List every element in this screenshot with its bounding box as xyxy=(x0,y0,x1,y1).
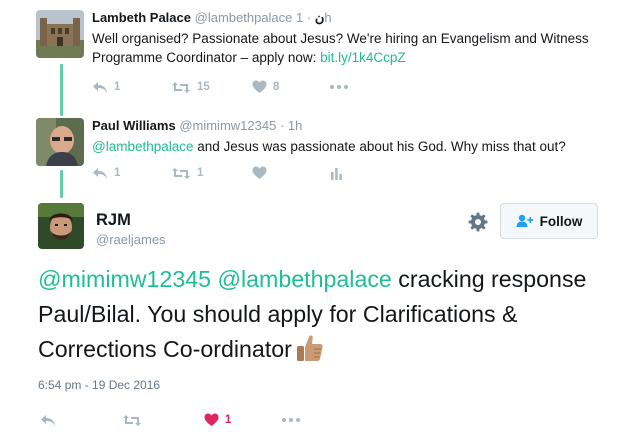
follow-label: Follow xyxy=(539,213,583,229)
heart-icon xyxy=(204,413,219,426)
reply-icon xyxy=(93,167,107,179)
mention-link[interactable]: @mimimw12345 xyxy=(38,266,211,292)
tweet-link[interactable]: bit.ly/1k4CcpZ xyxy=(320,50,406,65)
retweet-count: 15 xyxy=(197,81,210,93)
separator: · xyxy=(306,10,312,25)
add-user-icon xyxy=(516,214,533,227)
like-button[interactable] xyxy=(252,166,330,180)
author-name[interactable]: Paul Williams xyxy=(92,118,176,133)
tweet-actions: 1 1 xyxy=(92,164,343,182)
retweet-button[interactable] xyxy=(122,414,204,427)
reply-count: 1 xyxy=(114,167,121,179)
reply-count: 1 xyxy=(114,81,121,93)
timestamp[interactable]: 1h xyxy=(296,10,332,25)
name-suffix: ن xyxy=(314,10,325,25)
heart-icon xyxy=(252,80,267,93)
retweet-button[interactable]: 1 xyxy=(171,167,252,180)
more-icon xyxy=(282,418,300,422)
like-count: 8 xyxy=(273,81,280,93)
author-handle[interactable]: @mimimw12345 xyxy=(179,118,276,133)
tweet-text: @mimimw12345 @lambethpalace cracking res… xyxy=(38,262,598,367)
heart-icon xyxy=(252,166,267,179)
analytics-icon xyxy=(331,167,342,180)
tweet-actions: 1 xyxy=(40,410,300,430)
thumbs-up-emoji xyxy=(296,333,324,363)
like-count: 1 xyxy=(225,414,232,426)
thread-connector xyxy=(60,64,63,116)
retweet-button[interactable]: 15 xyxy=(171,81,252,94)
mention-link[interactable]: @lambethpalace xyxy=(217,266,391,292)
tweet-body: and Jesus was passionate about his God. … xyxy=(193,139,566,154)
author-name[interactable]: RJM xyxy=(96,211,131,230)
mention-link[interactable]: @lambethpalace xyxy=(92,139,194,154)
retweet-icon xyxy=(172,167,190,179)
retweet-count: 1 xyxy=(197,167,204,179)
more-button[interactable] xyxy=(282,418,300,422)
tweet-text: @lambethpalace and Jesus was passionate … xyxy=(92,137,629,156)
reply-icon xyxy=(93,81,107,93)
tweet-date[interactable]: 6:54 pm - 19 Dec 2016 xyxy=(38,378,160,392)
author-name[interactable]: Lambeth Palace xyxy=(92,10,191,25)
like-button[interactable]: 8 xyxy=(252,80,330,94)
more-button[interactable] xyxy=(330,85,348,89)
reply-button[interactable]: 1 xyxy=(92,167,171,180)
tweet-text: Well organised? Passionate about Jesus? … xyxy=(92,29,629,67)
follow-button[interactable]: Follow xyxy=(500,203,598,239)
gear-icon[interactable] xyxy=(467,211,489,233)
thread-connector xyxy=(60,170,63,198)
timestamp[interactable]: 1h xyxy=(288,118,302,133)
reply-button[interactable]: 1 xyxy=(92,81,171,94)
author-handle[interactable]: @lambethpalace xyxy=(195,10,293,25)
avatar[interactable] xyxy=(36,118,84,166)
avatar[interactable] xyxy=(38,203,84,249)
reply-button[interactable] xyxy=(40,414,122,427)
avatar[interactable] xyxy=(36,10,84,58)
separator: · xyxy=(279,118,285,133)
more-icon xyxy=(330,85,348,89)
tweet-actions: 1 15 8 xyxy=(92,78,348,96)
analytics-button[interactable] xyxy=(330,167,343,180)
like-button[interactable]: 1 xyxy=(204,413,282,427)
retweet-icon xyxy=(172,81,190,93)
reply-icon xyxy=(41,414,55,426)
author-handle[interactable]: @raeljames xyxy=(96,232,166,247)
retweet-icon xyxy=(123,414,141,426)
